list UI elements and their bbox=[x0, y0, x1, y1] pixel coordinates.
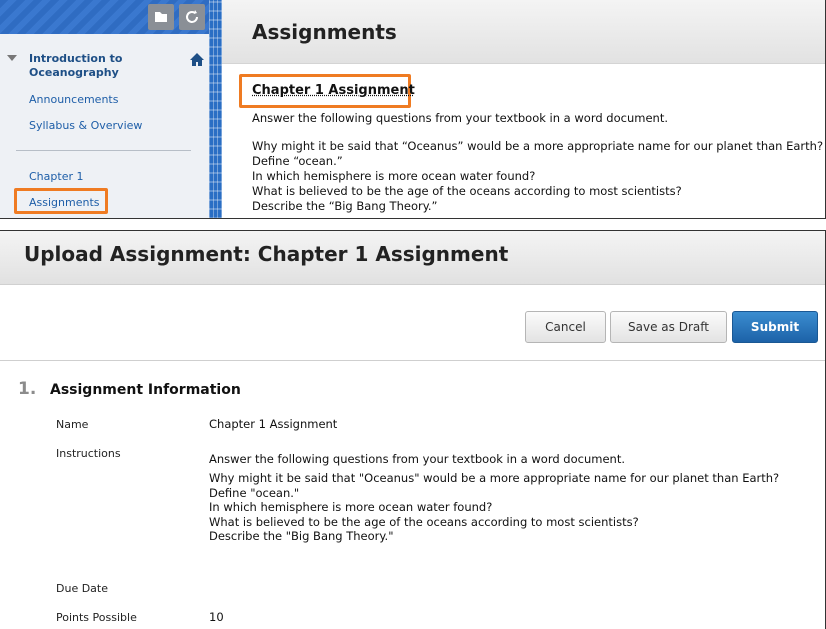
question-line: What is believed to be the age of the oc… bbox=[252, 184, 682, 198]
question-line: What is believed to be the age of the oc… bbox=[209, 514, 639, 529]
course-menu: Introduction to Oceanography Announcemen… bbox=[0, 0, 209, 218]
section-divider bbox=[0, 360, 825, 361]
upload-page-title: Upload Assignment: Chapter 1 Assignment bbox=[24, 242, 509, 266]
upload-assignment-panel: Upload Assignment: Chapter 1 Assignment … bbox=[0, 230, 826, 629]
assignment-description: Answer the following questions from your… bbox=[252, 111, 668, 125]
question-line: In which hemisphere is more ocean water … bbox=[252, 169, 536, 183]
assignment-questions: Why might it be said that “Oceanus” woul… bbox=[252, 139, 824, 214]
question-line: Why might it be said that “Oceanus” woul… bbox=[252, 139, 824, 153]
course-view-panel: Introduction to Oceanography Announcemen… bbox=[0, 0, 826, 219]
section-title: Assignment Information bbox=[50, 382, 241, 398]
save-draft-button[interactable]: Save as Draft bbox=[610, 311, 727, 343]
upload-header: Upload Assignment: Chapter 1 Assignment bbox=[0, 231, 825, 285]
points-label: Points Possible bbox=[56, 611, 137, 624]
assignment-link[interactable]: Chapter 1 Assignment bbox=[252, 83, 415, 98]
question-line: In which hemisphere is more ocean water … bbox=[209, 500, 493, 514]
question-line: Describe the “Big Bang Theory.” bbox=[252, 199, 438, 213]
question-line: Define “ocean.” bbox=[252, 154, 343, 168]
course-title[interactable]: Introduction to Oceanography bbox=[29, 52, 149, 80]
folder-icon[interactable] bbox=[148, 4, 174, 30]
cancel-button[interactable]: Cancel bbox=[525, 311, 606, 343]
question-line: Describe the "Big Bang Theory." bbox=[209, 529, 394, 543]
collapse-arrow-icon[interactable] bbox=[7, 55, 17, 61]
menu-link-announcements[interactable]: Announcements bbox=[29, 93, 118, 106]
decorative-strip bbox=[209, 0, 222, 218]
assignments-highlight-box bbox=[14, 188, 108, 214]
page-title: Assignments bbox=[252, 20, 397, 44]
step-number: 1. bbox=[18, 379, 37, 399]
name-value: Chapter 1 Assignment bbox=[209, 417, 338, 431]
due-date-label: Due Date bbox=[56, 582, 108, 595]
points-value: 10 bbox=[209, 610, 224, 624]
menu-link-chapter-1[interactable]: Chapter 1 bbox=[29, 170, 83, 183]
instructions-questions: Why might it be said that "Oceanus" woul… bbox=[209, 471, 789, 544]
content-header: Assignments bbox=[222, 0, 825, 64]
menu-link-syllabus[interactable]: Syllabus & Overview bbox=[29, 119, 142, 132]
name-label: Name bbox=[56, 418, 89, 431]
refresh-icon[interactable] bbox=[179, 4, 205, 30]
submit-button[interactable]: Submit bbox=[732, 311, 818, 343]
course-menu-toolbar bbox=[0, 0, 209, 34]
question-line: Why might it be said that "Oceanus" woul… bbox=[209, 471, 780, 485]
home-icon[interactable] bbox=[189, 52, 205, 68]
instructions-label: Instructions bbox=[56, 447, 121, 460]
question-line: Define "ocean." bbox=[209, 485, 300, 500]
menu-divider bbox=[16, 150, 191, 151]
instructions-intro: Answer the following questions from your… bbox=[209, 452, 625, 466]
